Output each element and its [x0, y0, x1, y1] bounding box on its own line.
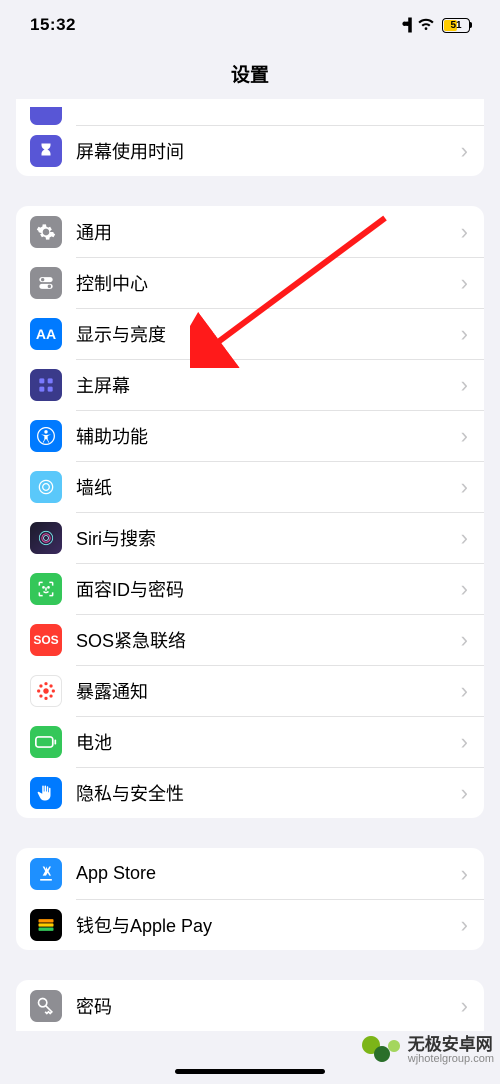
chevron-right-icon: › [461, 138, 468, 164]
settings-row-display[interactable]: AA 显示与亮度 › [16, 308, 484, 359]
settings-row-label: 钱包与Apple Pay [76, 912, 453, 938]
settings-row-accessibility[interactable]: 辅助功能 › [16, 410, 484, 461]
watermark: 无极安卓网 wjhotelgroup.com [362, 1036, 494, 1066]
settings-row-label: 电池 [76, 729, 453, 755]
gear-icon [30, 216, 62, 248]
home-indicator [175, 1069, 325, 1074]
chevron-right-icon: › [461, 627, 468, 653]
settings-row-faceid[interactable]: 面容ID与密码 › [16, 563, 484, 614]
faceid-icon [30, 573, 62, 605]
cellular-icon: ••|| [402, 16, 410, 34]
chevron-right-icon: › [461, 993, 468, 1019]
status-bar: 15:32 ••|| 51 [0, 0, 500, 50]
status-right: ••|| 51 [402, 16, 470, 34]
chevron-right-icon: › [461, 729, 468, 755]
page-title: 设置 [0, 50, 500, 99]
chevron-right-icon: › [461, 423, 468, 449]
chevron-right-icon: › [461, 270, 468, 296]
toggles-icon [30, 267, 62, 299]
watermark-text: 无极安卓网 [408, 1036, 494, 1054]
icon-clipped [30, 107, 62, 125]
wallpaper-icon [30, 471, 62, 503]
chevron-right-icon: › [461, 372, 468, 398]
wifi-icon [417, 18, 435, 32]
settings-row-home-screen[interactable]: 主屏幕 › [16, 359, 484, 410]
chevron-right-icon: › [461, 525, 468, 551]
settings-row-label: 面容ID与密码 [76, 576, 453, 602]
settings-row-appstore[interactable]: App Store › [16, 848, 484, 899]
settings-row-label: 通用 [76, 219, 453, 245]
home-grid-icon [30, 369, 62, 401]
chevron-right-icon: › [461, 321, 468, 347]
settings-row-label: App Store [76, 863, 453, 884]
chevron-right-icon: › [461, 576, 468, 602]
battery-icon: 51 [442, 18, 470, 33]
settings-row-label: 暴露通知 [76, 678, 453, 704]
settings-row-general[interactable]: 通用 › [16, 206, 484, 257]
status-time: 15:32 [30, 15, 76, 35]
settings-row-label: 密码 [76, 993, 453, 1019]
exposure-icon [30, 675, 62, 707]
settings-row-label: 主屏幕 [76, 372, 453, 398]
settings-row-sos[interactable]: SOS SOS紧急联络 › [16, 614, 484, 665]
wallet-icon [30, 909, 62, 941]
battery-icon-row [30, 726, 62, 758]
settings-row-label: Siri与搜索 [76, 525, 453, 551]
settings-row-label: 控制中心 [76, 270, 453, 296]
chevron-right-icon: › [461, 219, 468, 245]
chevron-right-icon: › [461, 678, 468, 704]
settings-row-passwords[interactable]: 密码 › [16, 980, 484, 1031]
settings-row-label: 隐私与安全性 [76, 780, 453, 806]
settings-row-label: SOS紧急联络 [76, 627, 453, 653]
watermark-logo-icon [362, 1036, 402, 1066]
hand-icon [30, 777, 62, 809]
settings-row-label: 显示与亮度 [76, 321, 453, 347]
watermark-url: wjhotelgroup.com [408, 1054, 494, 1066]
settings-row-siri[interactable]: Siri与搜索 › [16, 512, 484, 563]
chevron-right-icon: › [461, 861, 468, 887]
settings-row-wallet[interactable]: 钱包与Apple Pay › [16, 899, 484, 950]
settings-row-control-center[interactable]: 控制中心 › [16, 257, 484, 308]
settings-row-wallpaper[interactable]: 墙纸 › [16, 461, 484, 512]
settings-row-label: 屏幕使用时间 [76, 138, 453, 164]
key-icon [30, 990, 62, 1022]
settings-section-2: App Store › 钱包与Apple Pay › [16, 848, 484, 950]
hourglass-icon [30, 135, 62, 167]
settings-section-1: 通用 › 控制中心 › AA 显示与亮度 › 主屏幕 › 辅助功能 › 墙纸 › [16, 206, 484, 818]
settings-row-screen-time[interactable]: 屏幕使用时间 › [16, 125, 484, 176]
sos-icon: SOS [30, 624, 62, 656]
settings-row-privacy[interactable]: 隐私与安全性 › [16, 767, 484, 818]
settings-row-clipped[interactable] [16, 99, 484, 125]
chevron-right-icon: › [461, 912, 468, 938]
accessibility-icon [30, 420, 62, 452]
settings-section-3: 密码 › [16, 980, 484, 1031]
appstore-icon [30, 858, 62, 890]
siri-icon [30, 522, 62, 554]
chevron-right-icon: › [461, 474, 468, 500]
chevron-right-icon: › [461, 780, 468, 806]
settings-row-label: 辅助功能 [76, 423, 453, 449]
settings-section-0: 屏幕使用时间 › [16, 99, 484, 176]
settings-row-exposure[interactable]: 暴露通知 › [16, 665, 484, 716]
text-size-icon: AA [30, 318, 62, 350]
settings-row-label: 墙纸 [76, 474, 453, 500]
settings-row-battery[interactable]: 电池 › [16, 716, 484, 767]
